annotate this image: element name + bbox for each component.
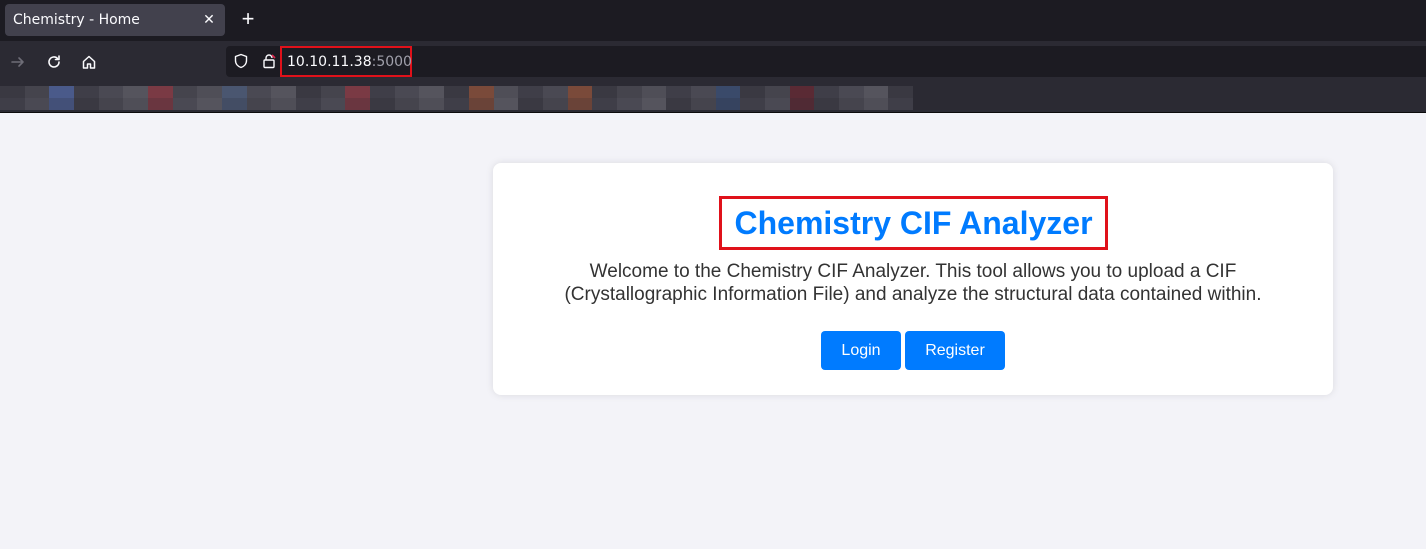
redacted-pixel	[616, 86, 642, 98]
redacted-pixel	[814, 98, 839, 110]
page-title: Chemistry CIF Analyzer	[734, 204, 1093, 241]
redacted-pixel	[444, 98, 469, 110]
redacted-pixel	[666, 98, 691, 110]
redacted-pixel	[789, 86, 815, 98]
redacted-pixel	[567, 86, 593, 98]
redacted-pixel	[222, 86, 247, 98]
redacted-pixel	[24, 98, 50, 110]
redacted-pixel	[789, 98, 815, 110]
redacted-pixel	[172, 98, 198, 110]
redacted-pixel	[271, 86, 297, 98]
redacted-pixel	[271, 98, 297, 110]
redacted-pixel	[345, 98, 371, 110]
redacted-pixel	[863, 86, 889, 98]
tab-title: Chemistry - Home	[13, 12, 140, 28]
redacted-pixel	[246, 86, 272, 98]
redacted-pixel	[320, 86, 346, 98]
url-port: :5000	[371, 53, 412, 70]
redacted-pixel	[74, 98, 99, 110]
redacted-pixel	[98, 98, 124, 110]
redacted-pixel	[592, 98, 617, 110]
reload-icon[interactable]	[42, 50, 66, 74]
redacted-pixel	[542, 86, 568, 98]
redacted-pixel	[740, 86, 765, 98]
redacted-pixel	[49, 86, 75, 98]
heading-highlight: Chemistry CIF Analyzer	[719, 196, 1108, 250]
arrow-right-icon[interactable]	[6, 50, 30, 74]
redacted-pixel	[814, 86, 839, 98]
url-host: 10.10.11.38	[287, 53, 372, 70]
redacted-pixel	[246, 98, 272, 110]
redacted-pixel	[740, 98, 765, 110]
tab-strip: Chemistry - Home ✕ +	[0, 0, 1426, 41]
navigation-toolbar: 10.10.11.38:5000	[0, 41, 1426, 83]
redacted-pixel	[0, 98, 25, 110]
redacted-pixel	[370, 98, 395, 110]
redacted-pixel	[49, 98, 75, 110]
redacted-pixel	[542, 98, 568, 110]
redacted-pixel	[888, 86, 913, 98]
redacted-pixel	[666, 86, 691, 98]
welcome-card: Chemistry CIF Analyzer Welcome to the Ch…	[493, 163, 1333, 395]
redacted-pixel	[493, 98, 519, 110]
redacted-pixel	[567, 98, 593, 110]
url-text[interactable]: 10.10.11.38:5000	[280, 46, 412, 77]
redacted-pixel	[296, 98, 321, 110]
redacted-pixel	[197, 98, 223, 110]
redacted-pixel	[518, 98, 543, 110]
page-body: Chemistry CIF Analyzer Welcome to the Ch…	[0, 113, 1426, 549]
redacted-pixel	[690, 86, 716, 98]
browser-tab[interactable]: Chemistry - Home ✕	[5, 4, 225, 36]
close-icon[interactable]: ✕	[201, 11, 217, 27]
redacted-pixel	[197, 86, 223, 98]
redacted-pixel	[98, 86, 124, 98]
bookmarks-toolbar	[0, 83, 1426, 113]
redacted-pixel	[74, 86, 99, 98]
redacted-pixel	[444, 86, 469, 98]
redacted-pixel	[863, 98, 889, 110]
redacted-pixel	[764, 98, 790, 110]
insecure-lock-icon[interactable]	[261, 53, 277, 69]
redacted-pixel	[468, 98, 494, 110]
redacted-pixel	[296, 86, 321, 98]
redacted-pixel	[394, 98, 420, 110]
redacted-pixel	[518, 86, 543, 98]
redacted-pixel	[690, 98, 716, 110]
redacted-pixel	[345, 86, 371, 98]
redacted-pixel	[24, 86, 50, 98]
redacted-pixel	[394, 86, 420, 98]
redacted-pixel	[888, 98, 913, 110]
redacted-pixel	[222, 98, 247, 110]
redacted-pixel	[764, 86, 790, 98]
redacted-pixel	[715, 86, 741, 98]
redacted-pixel	[641, 86, 667, 98]
plus-icon[interactable]: +	[236, 8, 260, 32]
redacted-pixel	[493, 86, 519, 98]
redacted-pixel	[370, 86, 395, 98]
redacted-pixel	[715, 98, 741, 110]
redacted-pixel	[148, 98, 173, 110]
redacted-bookmarks	[0, 86, 913, 110]
redacted-pixel	[838, 98, 864, 110]
home-icon[interactable]	[77, 50, 101, 74]
redacted-pixel	[320, 98, 346, 110]
redacted-pixel	[123, 98, 149, 110]
redacted-pixel	[172, 86, 198, 98]
url-bar[interactable]: 10.10.11.38:5000	[226, 46, 1426, 77]
redacted-pixel	[148, 86, 173, 98]
redacted-pixel	[419, 98, 445, 110]
redacted-pixel	[592, 86, 617, 98]
auth-buttons: Login Register	[493, 331, 1333, 370]
shield-icon[interactable]	[233, 53, 249, 69]
intro-text: Welcome to the Chemistry CIF Analyzer. T…	[564, 261, 1262, 305]
redacted-pixel	[641, 98, 667, 110]
redacted-pixel	[0, 86, 25, 98]
redacted-pixel	[419, 86, 445, 98]
redacted-pixel	[123, 86, 149, 98]
redacted-pixel	[468, 86, 494, 98]
redacted-pixel	[838, 86, 864, 98]
login-button[interactable]: Login	[821, 331, 901, 370]
register-button[interactable]: Register	[905, 331, 1005, 370]
redacted-pixel	[616, 98, 642, 110]
